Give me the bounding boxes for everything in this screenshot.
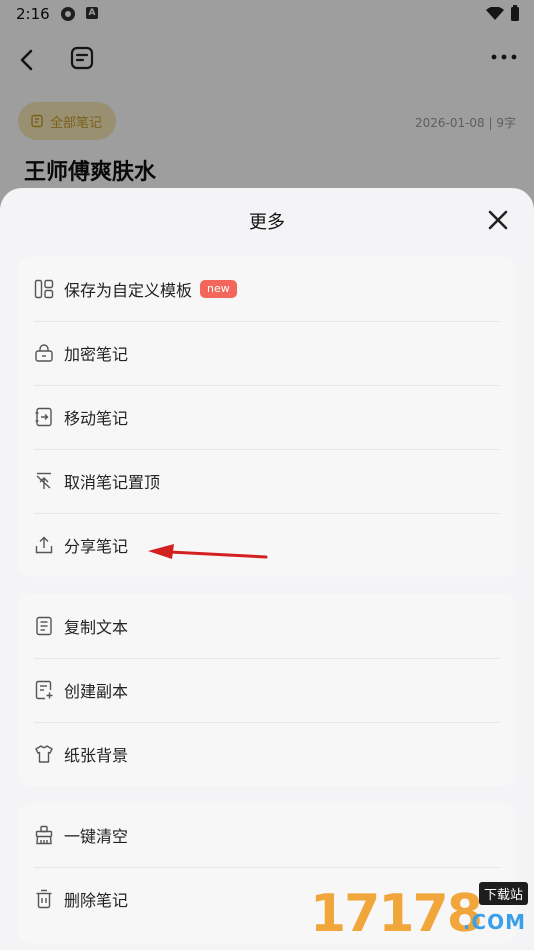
menu-item-copy-text[interactable]: 复制文本 [18,594,516,658]
menu-item-label: 创建副本 [64,682,129,701]
menu-item-label: 取消笔记置顶 [64,473,161,492]
menu-item-label: 一键清空 [64,827,129,846]
watermark-tag: 下载站 [478,882,528,905]
menu-item-create-copy[interactable]: 创建副本 [18,658,516,722]
menu-item-paper-background[interactable]: 纸张背景 [18,722,516,786]
menu-item-clear-all[interactable]: 一键清空 [18,803,516,867]
menu-item-move-note[interactable]: 移动笔记 [18,385,516,449]
menu-item-save-template[interactable]: 保存为自定义模板 new [18,257,516,321]
copy-text-icon [34,616,54,636]
close-icon[interactable] [486,208,510,232]
menu-item-label: 移动笔记 [64,409,129,428]
menu-item-label: 保存为自定义模板 [64,281,193,300]
menu-item-label: 复制文本 [64,618,129,637]
menu-item-label: 删除笔记 [64,891,129,910]
menu-item-unpin-note[interactable]: 取消笔记置顶 [18,449,516,513]
menu-item-label: 分享笔记 [64,537,129,556]
watermark-digits: 17178 [310,884,483,944]
menu-item-label: 纸张背景 [64,746,129,765]
template-icon [34,279,54,299]
share-icon [34,535,54,555]
sheet-title: 更多 [249,212,285,233]
new-badge: new [200,280,237,298]
delete-icon [34,889,54,909]
more-options-sheet: 更多 保存为自定义模板 new 加密笔记 移动笔记 取消笔记置顶 分享笔记 复制… [0,188,534,950]
unpin-icon [34,471,54,491]
site-watermark: 17178 下载站 .COM [304,880,534,950]
lock-icon [34,343,54,363]
menu-item-label: 加密笔记 [64,345,129,364]
move-icon [34,407,54,427]
menu-item-encrypt-note[interactable]: 加密笔记 [18,321,516,385]
duplicate-icon [34,680,54,700]
menu-group-2: 复制文本 创建副本 纸张背景 [18,594,516,786]
annotation-arrow-icon [148,544,268,559]
clear-icon [34,825,54,845]
menu-group-1: 保存为自定义模板 new 加密笔记 移动笔记 取消笔记置顶 分享笔记 [18,257,516,577]
paper-background-icon [34,744,54,764]
watermark-suffix: .COM [462,910,526,934]
